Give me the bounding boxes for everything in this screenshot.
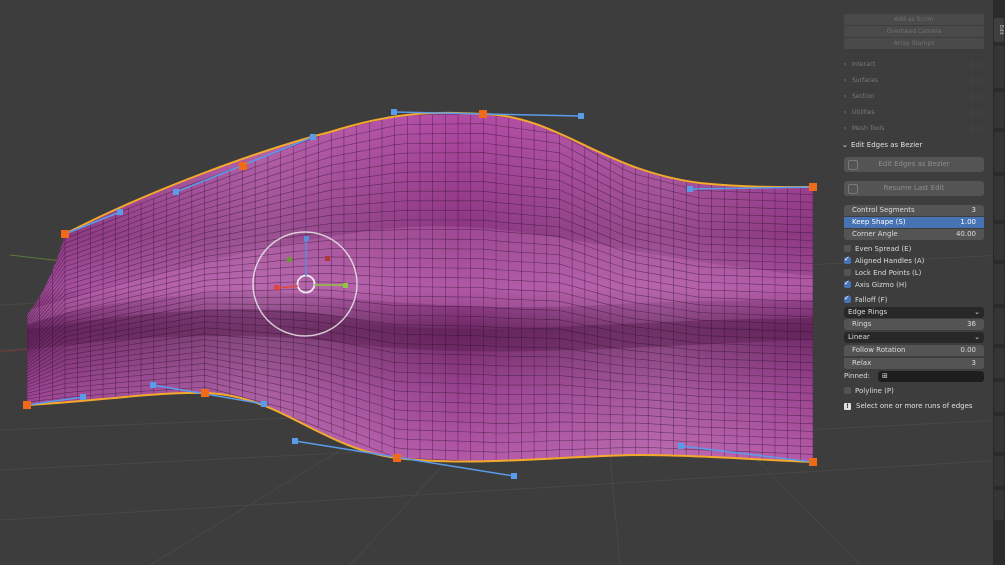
keep-shape-label: Keep Shape (S) [852, 218, 906, 226]
chevron-down-icon: ⌄ [842, 141, 848, 149]
relax-field[interactable]: Relax 3 [844, 358, 984, 369]
checkbox-icon [844, 269, 851, 276]
tab-edit[interactable]: Edit [994, 18, 1004, 42]
tab-2[interactable] [994, 46, 1004, 88]
polyline-label: Polyline (P) [855, 387, 894, 395]
operator-icon [848, 160, 858, 170]
chevron-right-icon: › [844, 93, 847, 100]
panel-utilities[interactable]: › Utilities ⋮⋮ [844, 105, 984, 120]
grip-icon[interactable]: ⋮⋮ [970, 122, 982, 136]
even-spread-label: Even Spread (E) [855, 245, 912, 253]
operator-panel-header[interactable]: ⌄ Edit Edges as Bezier [842, 138, 988, 152]
keep-shape-field[interactable]: Keep Shape (S) 1.00 [844, 217, 984, 228]
pinned-field[interactable]: ⊞ [878, 371, 984, 382]
falloff-mode-dropdown[interactable]: Edge Rings ⌄ [844, 307, 984, 318]
grip-icon[interactable]: ⋮⋮ [970, 74, 982, 88]
chevron-right-icon: › [844, 61, 847, 68]
panel-section-label: Section [852, 93, 875, 100]
tab-edit-label: Edit [998, 25, 1004, 35]
even-spread-checkbox[interactable]: Even Spread (E) [844, 244, 911, 255]
pin-grid-icon: ⊞ [882, 372, 888, 380]
control-segments-value: 3 [971, 206, 976, 214]
edit-edges-as-bezier-label: Edit Edges as Bezier [878, 160, 950, 168]
aligned-handles-checkbox[interactable]: Aligned Handles (A) [844, 254, 925, 267]
rings-value: 36 [967, 320, 976, 328]
overhead-camera-button[interactable]: Overhead Camera [844, 26, 984, 37]
relax-value: 3 [971, 359, 976, 367]
checkbox-icon [844, 387, 851, 394]
axis-gizmo-label: Axis Gizmo (H) [855, 281, 907, 289]
hint-message: ! Select one or more runs of edges [844, 401, 973, 412]
tab-7[interactable] [994, 264, 1004, 304]
lock-end-points-checkbox[interactable]: Lock End Points (L) [844, 268, 921, 279]
sidebar-panel: Add as Scrim Overhead Camera Array Stamp… [838, 8, 990, 438]
add-as-scrim-button[interactable]: Add as Scrim [844, 14, 984, 25]
hint-text: Select one or more runs of edges [856, 402, 973, 410]
control-segments-label: Control Segments [852, 206, 915, 214]
checkbox-icon [844, 245, 851, 252]
tab-11[interactable] [994, 416, 1004, 452]
pinned-label: Pinned: [844, 372, 870, 380]
tab-8[interactable] [994, 308, 1004, 344]
interpolation-value: Linear [848, 333, 870, 341]
follow-rotation-label: Follow Rotation [852, 346, 906, 354]
relax-label: Relax [852, 359, 872, 367]
tab-3[interactable] [994, 92, 1004, 128]
interpolation-dropdown[interactable]: Linear ⌄ [844, 332, 984, 343]
corner-angle-value: 40.00 [955, 230, 976, 238]
panel-surfaces[interactable]: › Surfaces ⋮⋮ [844, 73, 984, 88]
chevron-right-icon: › [844, 125, 847, 132]
array-stamps-button[interactable]: Array Stamps [844, 38, 984, 49]
tab-6[interactable] [994, 224, 1004, 260]
sidebar-tabs: Edit [993, 0, 1005, 565]
follow-rotation-value: 0.00 [960, 346, 976, 354]
resume-last-edit-button[interactable]: Resume Last Edit [844, 181, 984, 196]
corner-angle-label: Corner Angle [852, 230, 898, 238]
mesh-surface[interactable] [20, 100, 820, 480]
aligned-handles-label: Aligned Handles (A) [855, 257, 925, 265]
rings-label: Rings [852, 320, 872, 328]
follow-rotation-field[interactable]: Follow Rotation 0.00 [844, 345, 984, 356]
tab-13[interactable] [994, 490, 1004, 520]
resume-icon [848, 184, 858, 194]
panel-mesh-tools[interactable]: › Mesh Tools ⋮⋮ [844, 121, 984, 136]
checkbox-checked-icon [844, 254, 851, 265]
falloff-label: Falloff (F) [855, 296, 888, 304]
chevron-down-icon: ⌄ [974, 308, 980, 316]
axis-gizmo-checkbox[interactable]: Axis Gizmo (H) [844, 278, 907, 291]
checkbox-checked-icon [844, 293, 851, 304]
tab-9[interactable] [994, 348, 1004, 378]
falloff-checkbox[interactable]: Falloff (F) [844, 293, 888, 306]
grip-icon[interactable]: ⋮⋮ [970, 58, 982, 72]
panel-interact-label: Interact [852, 61, 876, 68]
tab-10[interactable] [994, 382, 1004, 412]
keep-shape-value: 1.00 [960, 218, 976, 226]
chevron-right-icon: › [844, 77, 847, 84]
chevron-down-icon: ⌄ [974, 333, 980, 341]
tab-4[interactable] [994, 132, 1004, 172]
panel-interact[interactable]: › Interact ⋮⋮ [844, 57, 984, 72]
tab-5[interactable] [994, 176, 1004, 220]
tab-12[interactable] [994, 456, 1004, 486]
falloff-mode-value: Edge Rings [848, 308, 888, 316]
corner-angle-field[interactable]: Corner Angle 40.00 [844, 229, 984, 240]
panel-mesh-tools-label: Mesh Tools [852, 125, 885, 132]
checkbox-checked-icon [844, 278, 851, 289]
lock-end-points-label: Lock End Points (L) [855, 269, 922, 277]
info-icon: ! [844, 403, 851, 410]
chevron-right-icon: › [844, 109, 847, 116]
rings-field[interactable]: Rings 36 [844, 319, 984, 330]
grip-icon[interactable]: ⋮⋮ [970, 90, 982, 104]
panel-utilities-label: Utilities [852, 109, 875, 116]
edit-edges-as-bezier-button[interactable]: Edit Edges as Bezier [844, 157, 984, 172]
resume-last-edit-label: Resume Last Edit [883, 184, 945, 192]
panel-section[interactable]: › Section ⋮⋮ [844, 89, 984, 104]
operator-panel-title: Edit Edges as Bezier [851, 141, 923, 149]
panel-surfaces-label: Surfaces [852, 77, 878, 84]
polyline-checkbox[interactable]: Polyline (P) [844, 386, 894, 397]
grip-icon[interactable]: ⋮⋮ [970, 106, 982, 120]
control-segments-field[interactable]: Control Segments 3 [844, 205, 984, 216]
